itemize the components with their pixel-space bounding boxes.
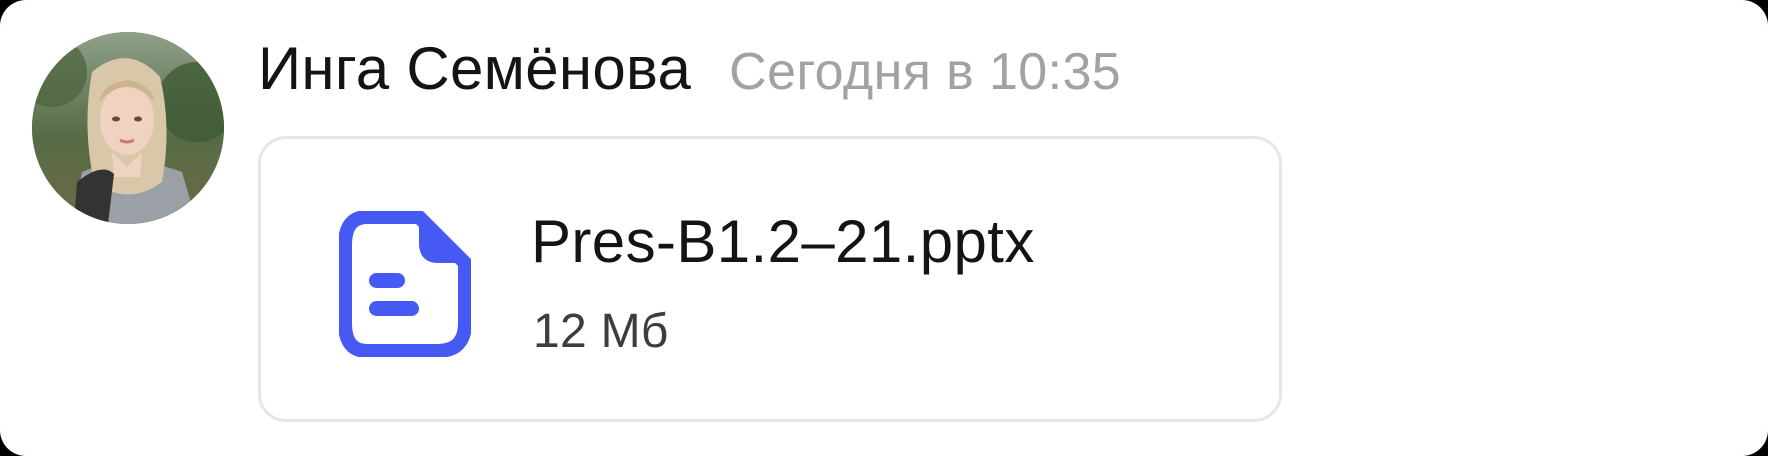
file-attachment[interactable]: Pres-B1.2–21.pptx 12 Мб — [258, 136, 1282, 422]
message-timestamp: Сегодня в 10:35 — [729, 43, 1122, 101]
file-size: 12 Мб — [533, 305, 669, 358]
screen: Инга Семёнова Сегодня в 10:35 Pres-B1.2–… — [0, 0, 1768, 456]
document-icon — [338, 210, 472, 358]
message-header: Инга Семёнова Сегодня в 10:35 — [258, 34, 1121, 118]
author-name[interactable]: Инга Семёнова — [258, 34, 691, 103]
avatar-photo — [32, 32, 224, 224]
avatar[interactable] — [32, 32, 224, 224]
chat-message: Инга Семёнова Сегодня в 10:35 Pres-B1.2–… — [0, 0, 1768, 456]
file-name: Pres-B1.2–21.pptx — [531, 208, 1035, 275]
